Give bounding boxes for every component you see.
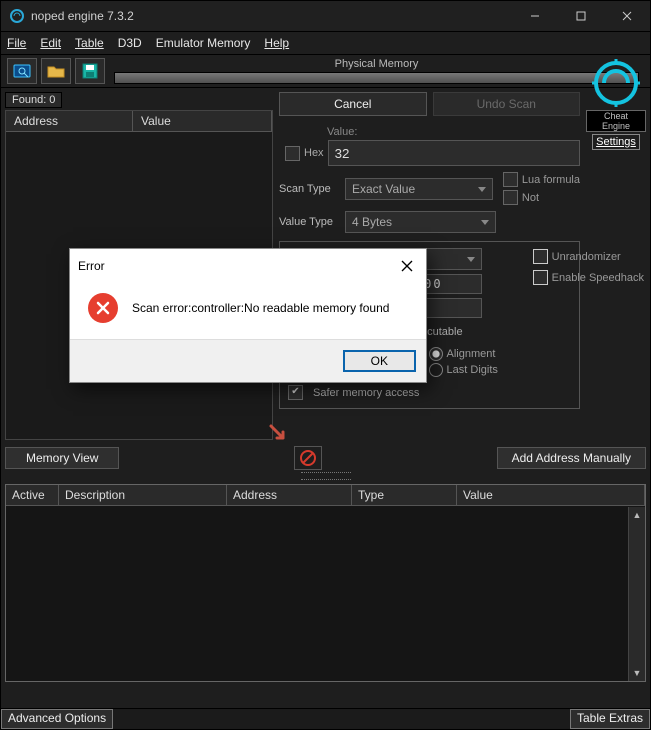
splitter-handle[interactable] — [301, 472, 351, 480]
safer-memory-label: Safer memory access — [313, 387, 419, 399]
menu-edit[interactable]: Edit — [40, 36, 61, 50]
open-process-button[interactable] — [7, 58, 37, 84]
add-address-manually-button[interactable]: Add Address Manually — [497, 447, 646, 469]
error-icon — [88, 293, 118, 323]
dialog-title: Error — [78, 259, 105, 273]
alignment-label: Alignment — [447, 348, 496, 360]
dialog-close-button[interactable] — [396, 255, 418, 277]
lua-formula-label: Lua formula — [522, 174, 580, 186]
value-input[interactable] — [328, 140, 580, 166]
add-to-list-arrow-icon[interactable] — [267, 422, 289, 444]
hex-checkbox[interactable] — [285, 146, 300, 161]
dialog-ok-button[interactable]: OK — [343, 350, 416, 372]
col-active[interactable]: Active — [6, 485, 59, 505]
maximize-button[interactable] — [558, 1, 604, 31]
col-value[interactable]: Value — [133, 111, 272, 131]
safer-memory-checkbox[interactable] — [288, 385, 303, 400]
settings-link[interactable]: Settings — [592, 134, 640, 150]
error-dialog: Error Scan error:controller:No readable … — [69, 248, 427, 383]
app-icon — [9, 8, 25, 24]
no-entry-icon[interactable] — [294, 446, 322, 470]
hex-label: Hex — [304, 147, 324, 159]
not-checkbox[interactable] — [503, 190, 518, 205]
minimize-button[interactable] — [512, 1, 558, 31]
progress-bar — [114, 72, 639, 84]
scroll-down-icon[interactable]: ▼ — [629, 665, 645, 681]
value-type-dropdown[interactable]: 4 Bytes — [345, 211, 496, 233]
tool-row: Physical Memory — [1, 54, 650, 88]
address-list-table[interactable]: Active Description Address Type Value ▲ … — [5, 484, 646, 682]
engine-logo: Cheat Engine Settings — [586, 57, 646, 150]
menu-bar: File Edit Table D3D Emulator Memory Help — [1, 32, 650, 54]
scroll-up-icon[interactable]: ▲ — [629, 507, 645, 523]
lua-formula-checkbox[interactable] — [503, 172, 518, 187]
cancel-button[interactable]: Cancel — [279, 92, 427, 116]
undo-scan-button[interactable]: Undo Scan — [433, 92, 581, 116]
scan-type-dropdown[interactable]: Exact Value — [345, 178, 493, 200]
menu-file[interactable]: File — [7, 36, 26, 50]
title-bar: noped engine 7.3.2 — [1, 1, 650, 32]
progress-label: Physical Memory — [335, 58, 419, 70]
value-label: Value: — [327, 126, 580, 138]
unrandomizer-label: Unrandomizer — [552, 251, 621, 263]
open-file-button[interactable] — [41, 58, 71, 84]
speedhack-checkbox[interactable] — [533, 270, 548, 285]
table-extras-button[interactable]: Table Extras — [570, 709, 650, 729]
logo-caption: Cheat Engine — [586, 110, 646, 132]
dialog-message: Scan error:controller:No readable memory… — [132, 301, 389, 315]
scrollbar[interactable]: ▲ ▼ — [628, 507, 645, 681]
memory-view-button[interactable]: Memory View — [5, 447, 119, 469]
menu-emulator-memory[interactable]: Emulator Memory — [156, 36, 251, 50]
scan-type-label: Scan Type — [279, 183, 339, 195]
advanced-options-button[interactable]: Advanced Options — [1, 709, 113, 729]
last-digits-label: Last Digits — [447, 364, 498, 376]
save-button[interactable] — [75, 58, 105, 84]
menu-d3d[interactable]: D3D — [118, 36, 142, 50]
menu-help[interactable]: Help — [264, 36, 289, 50]
not-label: Not — [522, 192, 539, 204]
col-type[interactable]: Type — [352, 485, 457, 505]
col-address[interactable]: Address — [6, 111, 133, 131]
window-title: noped engine 7.3.2 — [31, 9, 512, 23]
last-digits-radio[interactable] — [429, 363, 443, 377]
col-address2[interactable]: Address — [227, 485, 352, 505]
col-value2[interactable]: Value — [457, 485, 645, 505]
found-count: Found: 0 — [5, 92, 62, 108]
alignment-radio[interactable] — [429, 347, 443, 361]
speedhack-label: Enable Speedhack — [552, 272, 644, 284]
close-button[interactable] — [604, 1, 650, 31]
col-description[interactable]: Description — [59, 485, 227, 505]
menu-table[interactable]: Table — [75, 36, 104, 50]
unrandomizer-checkbox[interactable] — [533, 249, 548, 264]
value-type-label: Value Type — [279, 216, 339, 228]
